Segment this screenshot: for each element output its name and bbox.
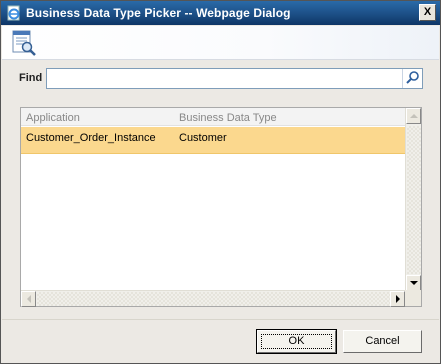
vertical-scroll-track[interactable] <box>407 126 421 274</box>
arrow-up-icon <box>410 114 418 118</box>
grid-header: Application Business Data Type <box>21 108 406 126</box>
scroll-left-button[interactable] <box>21 291 36 307</box>
vertical-scrollbar[interactable] <box>405 108 421 292</box>
scroll-up-button[interactable] <box>406 108 421 124</box>
cell-type: Customer <box>179 132 227 144</box>
dialog-title: Business Data Type Picker -- Webpage Dia… <box>26 6 291 20</box>
close-button[interactable]: X <box>419 4 436 21</box>
find-field <box>46 68 423 89</box>
column-header-application[interactable]: Application <box>26 112 80 124</box>
scrollbar-corner <box>405 290 421 306</box>
picker-dialog: Business Data Type Picker -- Webpage Dia… <box>0 0 441 364</box>
find-input[interactable] <box>49 70 399 87</box>
arrow-right-icon <box>396 295 400 303</box>
search-button[interactable] <box>402 69 422 88</box>
scroll-right-button[interactable] <box>390 291 405 307</box>
cancel-button[interactable]: Cancel <box>343 330 422 353</box>
arrow-down-icon <box>410 281 418 285</box>
footer-divider <box>2 319 439 320</box>
cancel-label: Cancel <box>365 335 400 347</box>
horizontal-scroll-track[interactable] <box>37 292 390 306</box>
column-header-type[interactable]: Business Data Type <box>179 112 277 124</box>
cell-application: Customer_Order_Instance <box>26 132 156 144</box>
toolbar <box>2 26 439 60</box>
scroll-down-button[interactable] <box>406 275 421 291</box>
focus-rect <box>261 334 332 349</box>
ie-page-icon <box>7 5 20 21</box>
document-search-icon[interactable] <box>10 29 38 57</box>
find-label: Find <box>19 72 43 84</box>
results-grid: Application Business Data Type Customer_… <box>20 107 422 307</box>
arrow-left-icon <box>27 295 31 303</box>
search-icon <box>406 71 419 84</box>
title-bar: Business Data Type Picker -- Webpage Dia… <box>1 1 440 25</box>
ok-button[interactable]: OK <box>256 329 337 354</box>
table-row[interactable]: Customer_Order_Instance Customer <box>21 127 406 154</box>
horizontal-scrollbar[interactable] <box>21 290 406 307</box>
